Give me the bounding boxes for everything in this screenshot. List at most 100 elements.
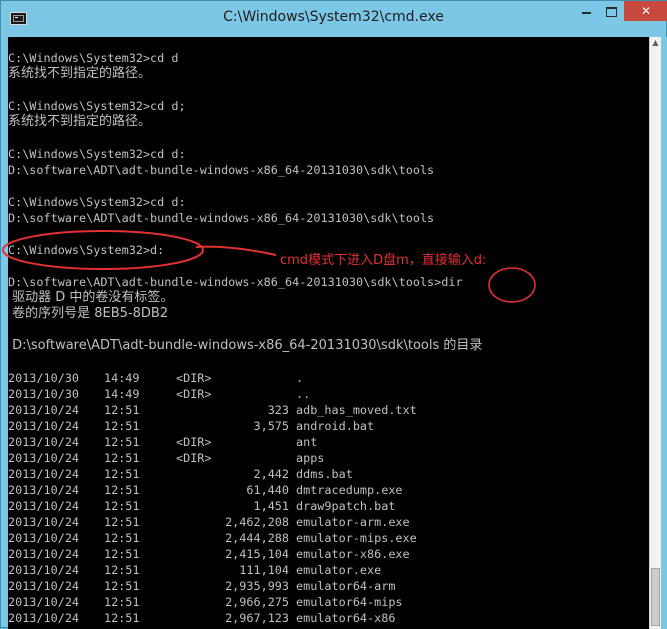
dir-type-cell: <DIR> <box>176 371 212 385</box>
console-line: D:\software\ADT\adt-bundle-windows-x86_6… <box>8 211 435 225</box>
dir-time-cell: 12:51 <box>104 579 140 593</box>
dir-name-cell: emulator.exe <box>296 563 382 577</box>
minimize-button[interactable] <box>573 1 599 21</box>
console-line: 系统找不到指定的路径。 <box>8 114 152 129</box>
dir-size-cell: 1,451 <box>253 499 289 513</box>
scroll-up-arrow-icon[interactable]: ▲ <box>650 37 661 49</box>
dir-listing-row: 2013/10/30 14:49 <DIR>. <box>8 370 648 386</box>
maximize-icon <box>606 7 617 17</box>
dir-date-cell: 2013/10/24 <box>8 403 80 417</box>
dir-time-cell: 14:49 <box>104 371 140 385</box>
dir-size-cell: 61,440 <box>246 483 289 497</box>
dir-size-cell: 2,935,993 <box>225 579 289 593</box>
dir-date-cell: 2013/10/24 <box>8 467 80 481</box>
dir-listing-row: 2013/10/24 12:51 2,935,993 emulator64-arm <box>8 578 648 594</box>
dir-name-cell: . <box>296 371 304 385</box>
dir-name-cell: emulator64-mips <box>296 595 403 609</box>
dir-size-cell: 3,575 <box>253 419 289 433</box>
close-button[interactable]: ✕ <box>624 1 667 21</box>
dir-listing-row: 2013/10/24 12:51 2,415,104 emulator-x86.exe <box>8 546 648 562</box>
dir-date-cell: 2013/10/24 <box>8 563 80 577</box>
dir-date-cell: 2013/10/24 <box>8 483 80 497</box>
dir-size-cell: 2,966,275 <box>225 595 289 609</box>
dir-date-cell: 2013/10/24 <box>8 451 80 465</box>
dir-date-cell: 2013/10/30 <box>8 371 80 385</box>
dir-listing-row: 2013/10/24 12:51 3,575 android.bat <box>8 418 648 434</box>
dir-time-cell: 12:51 <box>104 403 140 417</box>
maximize-button[interactable] <box>599 1 624 21</box>
dir-type-cell: <DIR> <box>176 387 212 401</box>
dir-name-cell: apps <box>296 451 325 465</box>
window-frame-right <box>661 37 667 629</box>
dir-size-cell: 2,415,104 <box>225 547 289 561</box>
dir-size-cell: 2,967,123 <box>225 611 289 625</box>
dir-listing-row: 2013/10/24 12:51 2,444,288 emulator-mips.ex… <box>8 530 648 546</box>
dir-name-cell: adb_has_moved.txt <box>296 403 417 417</box>
console-line: C:\Windows\System32>cd d <box>8 51 179 65</box>
dir-size-cell: 2,442 <box>253 467 289 481</box>
dir-time-cell: 12:51 <box>104 467 140 481</box>
console-line: C:\Windows\System32>d: <box>8 243 165 257</box>
dir-listing-row: 2013/10/24 12:51 2,966,275 emulator64-mips <box>8 594 648 610</box>
dir-listing-row: 2013/10/24 12:51 2,442 ddms.bat <box>8 466 648 482</box>
dir-name-cell: emulator64-arm <box>296 579 396 593</box>
dir-listing-row: 2013/10/24 12:51 <DIR> apps <box>8 450 648 466</box>
dir-date-cell: 2013/10/24 <box>8 515 80 529</box>
close-icon: ✕ <box>640 4 652 18</box>
dir-time-cell: 12:51 <box>104 515 140 529</box>
dir-name-cell: emulator64-x86 <box>296 611 396 625</box>
vertical-scrollbar[interactable]: ▲ <box>649 37 661 629</box>
dir-listing-row: 2013/10/24 12:51 323 adb_has_moved.txt <box>8 402 648 418</box>
window-title: C:\Windows\System32\cmd.exe <box>223 9 444 25</box>
dir-time-cell: 12:51 <box>104 419 140 433</box>
title-bar[interactable]: C:\Windows\System32\cmd.exe ✕ <box>1 1 667 37</box>
dir-date-cell: 2013/10/30 <box>8 387 80 401</box>
dir-type-cell: <DIR> <box>176 435 212 449</box>
dir-listing-row: 2013/10/30 14:49 <DIR>.. <box>8 386 648 402</box>
dir-time-cell: 12:51 <box>104 547 140 561</box>
dir-time-cell: 12:51 <box>104 499 140 513</box>
dir-time-cell: 12:51 <box>104 483 140 497</box>
dir-time-cell: 12:51 <box>104 595 140 609</box>
dir-time-cell: 14:49 <box>104 387 140 401</box>
dir-name-cell: emulator-arm.exe <box>296 515 410 529</box>
dir-date-cell: 2013/10/24 <box>8 531 80 545</box>
console-line: D:\software\ADT\adt-bundle-windows-x86_6… <box>8 338 483 353</box>
dir-name-cell: draw9patch.bat <box>296 499 396 513</box>
annotation-text: cmd模式下进入D盘m，直接输入d: <box>280 253 487 268</box>
dir-size-cell: 111,104 <box>239 563 289 577</box>
console-line: 驱动器 D 中的卷没有标签。 <box>8 290 174 305</box>
dir-size-cell: 2,444,288 <box>225 531 289 545</box>
dir-type-cell: <DIR> <box>176 451 212 465</box>
console-line: C:\Windows\System32>cd d: <box>8 195 186 209</box>
dir-name-cell: ddms.bat <box>296 467 353 481</box>
scroll-thumb[interactable] <box>651 568 660 626</box>
dir-time-cell: 12:51 <box>104 451 140 465</box>
dir-size-cell: 323 <box>267 403 289 417</box>
console-line: C:\Windows\System32>cd d: <box>8 147 186 161</box>
console-line: D:\software\ADT\adt-bundle-windows-x86_6… <box>8 163 435 177</box>
dir-time-cell: 12:51 <box>104 435 140 449</box>
dir-size-cell: 2,462,208 <box>225 515 289 529</box>
dir-date-cell: 2013/10/24 <box>8 579 80 593</box>
dir-name-cell: android.bat <box>296 419 375 433</box>
minimize-icon <box>581 12 591 14</box>
cmd-window: C:\Windows\System32\cmd.exe ✕ C:\Windows… <box>0 0 667 629</box>
dir-listing-row: 2013/10/24 12:51 2,462,208 emulator-arm.exe <box>8 514 648 530</box>
dir-listing-row: 2013/10/24 12:51 1,451 draw9patch.bat <box>8 498 648 514</box>
dir-name-cell: ant <box>296 435 318 449</box>
dir-date-cell: 2013/10/24 <box>8 595 80 609</box>
console-line: 系统找不到指定的路径。 <box>8 66 152 81</box>
dir-name-cell: .. <box>296 387 311 401</box>
dir-date-cell: 2013/10/24 <box>8 435 80 449</box>
dir-name-cell: emulator-mips.exe <box>296 531 417 545</box>
console-line: D:\software\ADT\adt-bundle-windows-x86_6… <box>8 275 463 289</box>
console-line: C:\Windows\System32>cd d; <box>8 99 186 113</box>
dir-listing-row: 2013/10/24 12:51 61,440 dmtracedump.exe <box>8 482 648 498</box>
console-output[interactable]: C:\Windows\System32>cd d 系统找不到指定的路径。 C:\… <box>8 37 649 629</box>
dir-name-cell: emulator-x86.exe <box>296 547 410 561</box>
dir-time-cell: 12:51 <box>104 611 140 625</box>
dir-date-cell: 2013/10/24 <box>8 611 80 625</box>
console-line: 卷的序列号是 8EB5-8DB2 <box>8 306 169 321</box>
dir-listing-row: 2013/10/24 12:51 <DIR> ant <box>8 434 648 450</box>
